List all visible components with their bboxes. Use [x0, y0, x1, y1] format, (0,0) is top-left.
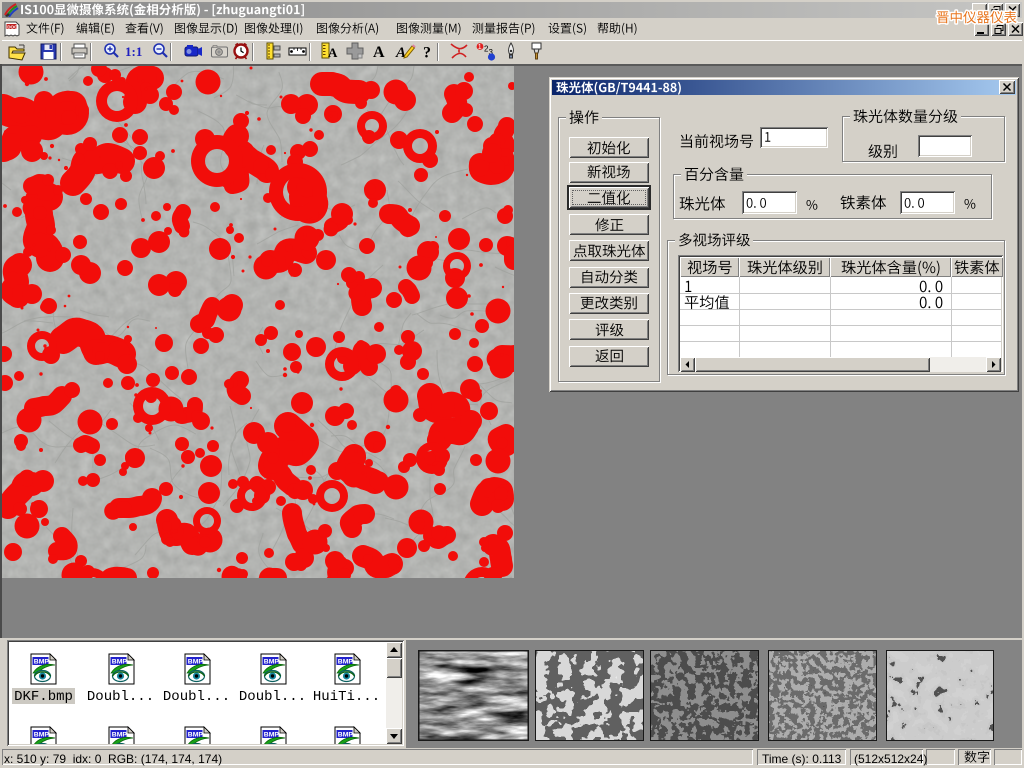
svg-text:A: A	[395, 45, 406, 61]
svg-text:A: A	[328, 45, 338, 60]
svg-text:?: ?	[423, 45, 431, 62]
svg-text:A: A	[373, 44, 385, 61]
svg-text:DOC: DOC	[7, 24, 18, 29]
svg-text:1: 1	[478, 44, 482, 51]
svg-text:1:1: 1:1	[125, 44, 142, 59]
